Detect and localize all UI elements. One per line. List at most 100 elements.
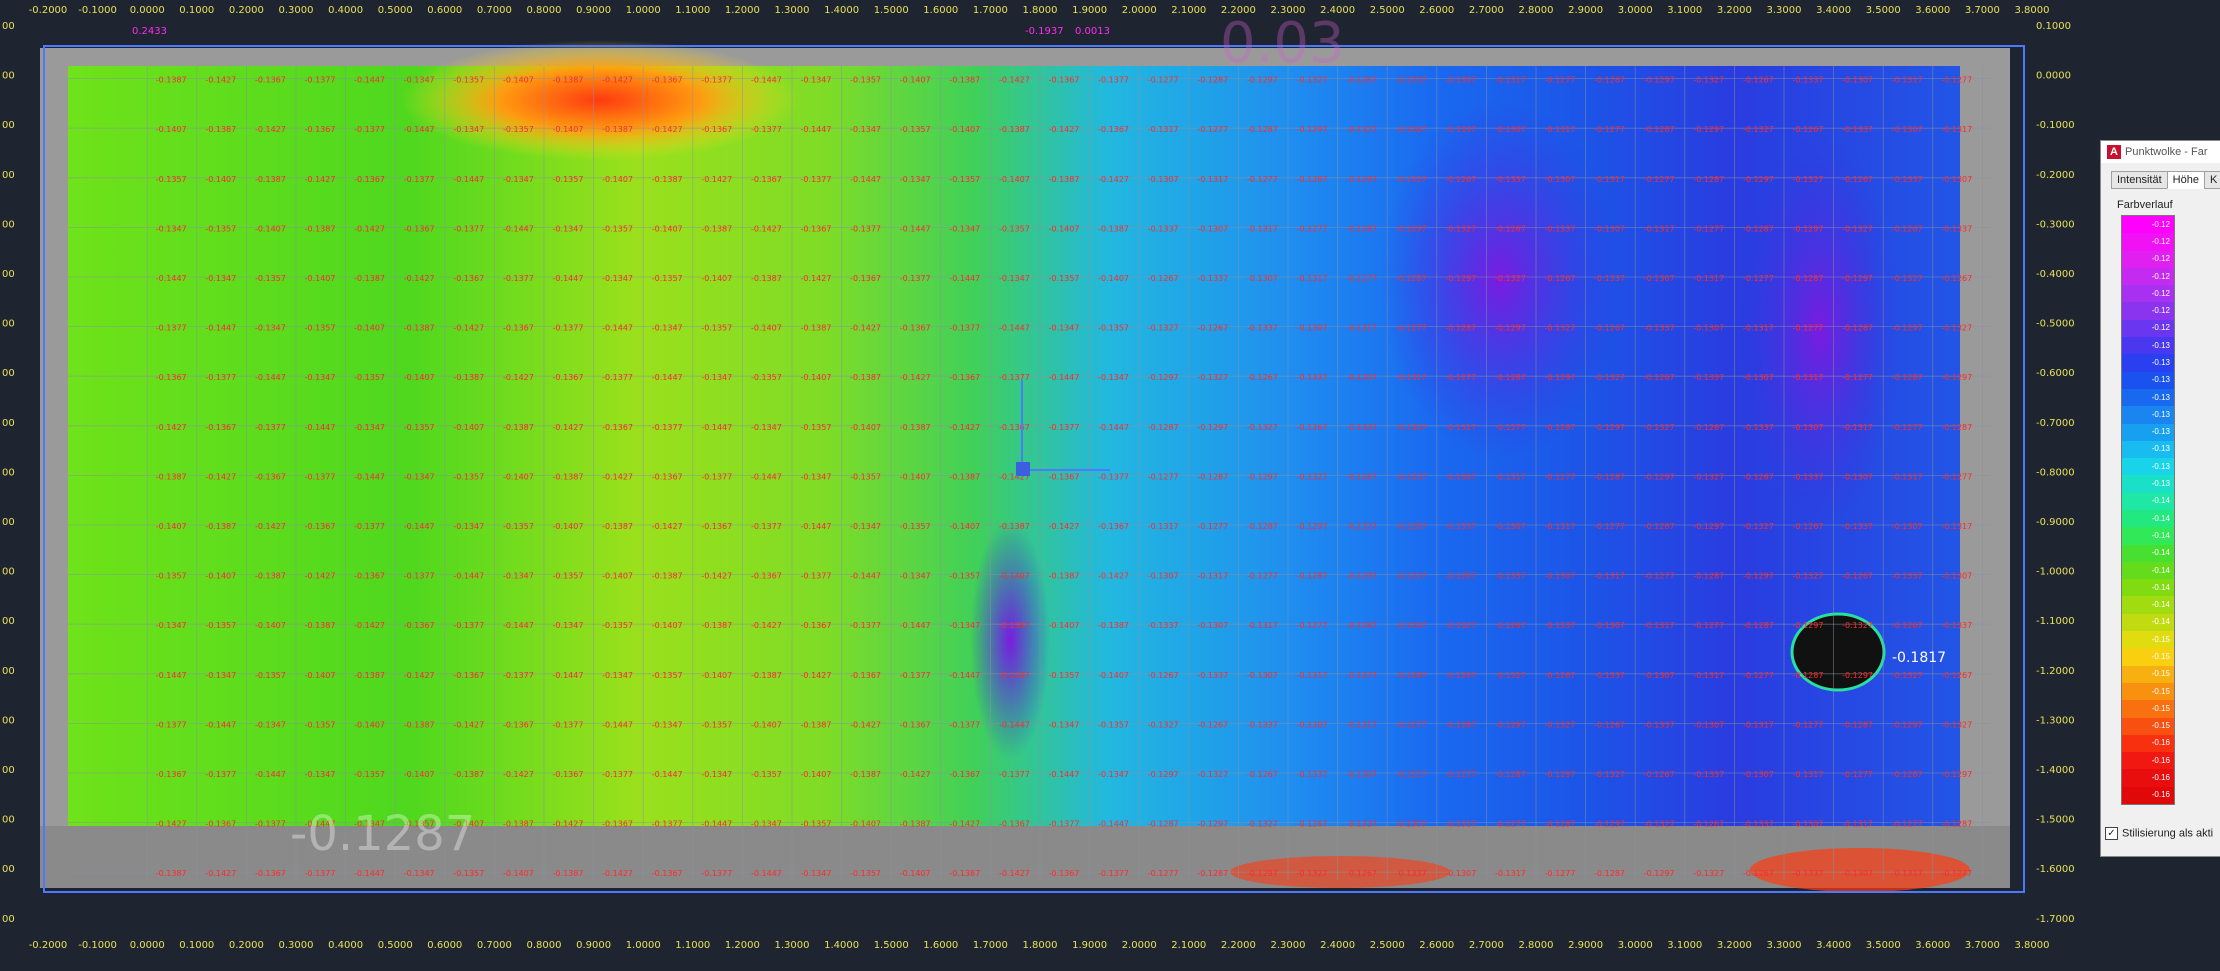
- grid-value: -0.1407: [602, 175, 633, 184]
- grid-value: -0.1297: [1793, 224, 1824, 233]
- grid-value: -0.1337: [1594, 671, 1625, 680]
- gradient-step-value: -0.14: [2151, 582, 2170, 592]
- panel-title[interactable]: A Punktwolke - Far: [2101, 141, 2220, 163]
- grid-value: -0.1427: [999, 869, 1030, 878]
- point-cloud-viewport[interactable]: -0.1387 -0.1427 -0.1367 -0.1377 -0.1447 -0.13…: [0, 0, 2220, 971]
- grid-value: -0.1367: [801, 224, 832, 233]
- grid-value: -0.1387: [156, 472, 187, 481]
- tab-hoehe[interactable]: Höhe: [2166, 171, 2205, 189]
- grid-value: -0.1267: [1693, 820, 1724, 829]
- grid-value: -0.1277: [1148, 869, 1179, 878]
- gradient-step-value: -0.13: [2151, 427, 2170, 437]
- grid-value: -0.1287: [1842, 324, 1873, 333]
- x-tick-top: 0.9000: [576, 5, 611, 16]
- grid-value: -0.1317: [1297, 671, 1328, 680]
- grid-value: -0.1307: [1644, 671, 1675, 680]
- grid-value: -0.1337: [1247, 324, 1278, 333]
- grid-value: -0.1367: [453, 274, 484, 283]
- gradient-step-value: -0.13: [2151, 357, 2170, 367]
- grid-value: -0.1287: [1495, 770, 1526, 779]
- grid-value: -0.1427: [801, 671, 832, 680]
- grid-value: -0.1367: [1049, 76, 1080, 85]
- grid-value: -0.1327: [1197, 373, 1228, 382]
- grid-value: -0.1387: [701, 621, 732, 630]
- grid-value: -0.1327: [1941, 324, 1972, 333]
- gradient-step-value: -0.14: [2151, 530, 2170, 540]
- grid-value: -0.1367: [850, 274, 881, 283]
- grid-value: -0.1387: [949, 76, 980, 85]
- grid-value: -0.1347: [1049, 324, 1080, 333]
- x-tick-bottom: 2.0000: [1122, 940, 1157, 951]
- x-tick-bottom: 2.5000: [1370, 940, 1405, 951]
- grid-value: -0.1307: [1297, 720, 1328, 729]
- grid-value: -0.1427: [949, 820, 980, 829]
- grid-value: -0.1407: [503, 472, 534, 481]
- grid-value: -0.1447: [652, 770, 683, 779]
- color-gradient-legend: -0.12 -0.12 -0.12 -0.12 -0.12 -0.12 -0.12 -0.13…: [2121, 215, 2175, 805]
- grid-value: -0.1287: [1693, 572, 1724, 581]
- grid-value: -0.1277: [1793, 720, 1824, 729]
- grid-value: -0.1267: [1743, 472, 1774, 481]
- y-axis-right: 0.1000 0.0000 -0.1000 -0.2000 -0.3000 -0.4000…: [2036, 21, 2075, 925]
- grid-value: -0.1387: [751, 274, 782, 283]
- grid-value: -0.1307: [1445, 76, 1476, 85]
- grid-value: -0.1307: [1197, 224, 1228, 233]
- grid-value: -0.1317: [1396, 770, 1427, 779]
- grid-value: -0.1407: [305, 671, 336, 680]
- grid-value: -0.1317: [1445, 423, 1476, 432]
- grid-value: -0.1297: [1247, 869, 1278, 878]
- grid-value: -0.1307: [1445, 869, 1476, 878]
- tab-intensitaet[interactable]: Intensität: [2111, 171, 2168, 189]
- grid-value: -0.1387: [1049, 572, 1080, 581]
- grid-value: -0.1317: [1594, 175, 1625, 184]
- y-tick-left: 00: [2, 71, 15, 82]
- grid-value: -0.1267: [1495, 621, 1526, 630]
- grid-value: -0.1267: [1644, 373, 1675, 382]
- grid-value: -0.1317: [1644, 224, 1675, 233]
- x-tick-top: 1.1000: [675, 5, 710, 16]
- grid-value: -0.1277: [1842, 373, 1873, 382]
- x-tick-bottom: 0.1000: [179, 940, 214, 951]
- tab-k[interactable]: K: [2203, 171, 2220, 189]
- grid-value: -0.1377: [850, 224, 881, 233]
- grid-value: -0.1297: [1644, 76, 1675, 85]
- x-tick-bottom: 2.2000: [1221, 940, 1256, 951]
- grid-value: -0.1377: [305, 869, 336, 878]
- grid-value: -0.1287: [1892, 373, 1923, 382]
- grid-value: -0.1377: [205, 373, 236, 382]
- grid-value: -0.1267: [1247, 373, 1278, 382]
- grid-value: -0.1377: [652, 423, 683, 432]
- grid-value: -0.1387: [949, 869, 980, 878]
- grid-value: -0.1347: [999, 274, 1030, 283]
- grid-value: -0.1347: [751, 820, 782, 829]
- grid-value: -0.1427: [354, 224, 385, 233]
- grid-value: -0.1287: [1495, 373, 1526, 382]
- grid-value: -0.1337: [1396, 472, 1427, 481]
- point-cloud-properties-panel[interactable]: A Punktwolke - Far Intensität Höhe K Farbv…: [2100, 140, 2220, 857]
- grid-value: -0.1367: [602, 423, 633, 432]
- grid-value: -0.1287: [1445, 720, 1476, 729]
- grid-value: -0.1327: [1297, 869, 1328, 878]
- gradient-step: -0.12: [2122, 216, 2174, 234]
- grid-value: -0.1407: [652, 224, 683, 233]
- grid-value: -0.1357: [305, 324, 336, 333]
- x-tick-bottom: 3.5000: [1866, 940, 1901, 951]
- stylize-option[interactable]: ✓ Stilisierung als akti: [2105, 827, 2213, 840]
- x-tick-top: 2.3000: [1271, 5, 1306, 16]
- grid-value: -0.1407: [652, 621, 683, 630]
- stylize-checkbox[interactable]: ✓: [2105, 827, 2118, 840]
- grid-value: -0.1267: [1644, 770, 1675, 779]
- grid-value: -0.1367: [354, 572, 385, 581]
- marker-label-top-left: 0.2433: [132, 26, 167, 37]
- grid-value: -0.1407: [1098, 274, 1129, 283]
- grid-value: -0.1387: [850, 770, 881, 779]
- grid-value: -0.1377: [652, 820, 683, 829]
- grid-value: -0.1387: [602, 125, 633, 134]
- grid-value: -0.1357: [900, 125, 931, 134]
- x-tick-bottom: 3.0000: [1618, 940, 1653, 951]
- x-tick-top: 2.6000: [1419, 5, 1454, 16]
- grid-value: -0.1277: [1445, 373, 1476, 382]
- grid-value: -0.1377: [354, 522, 385, 531]
- grid-value: -0.1447: [999, 324, 1030, 333]
- grid-value: -0.1267: [1545, 671, 1576, 680]
